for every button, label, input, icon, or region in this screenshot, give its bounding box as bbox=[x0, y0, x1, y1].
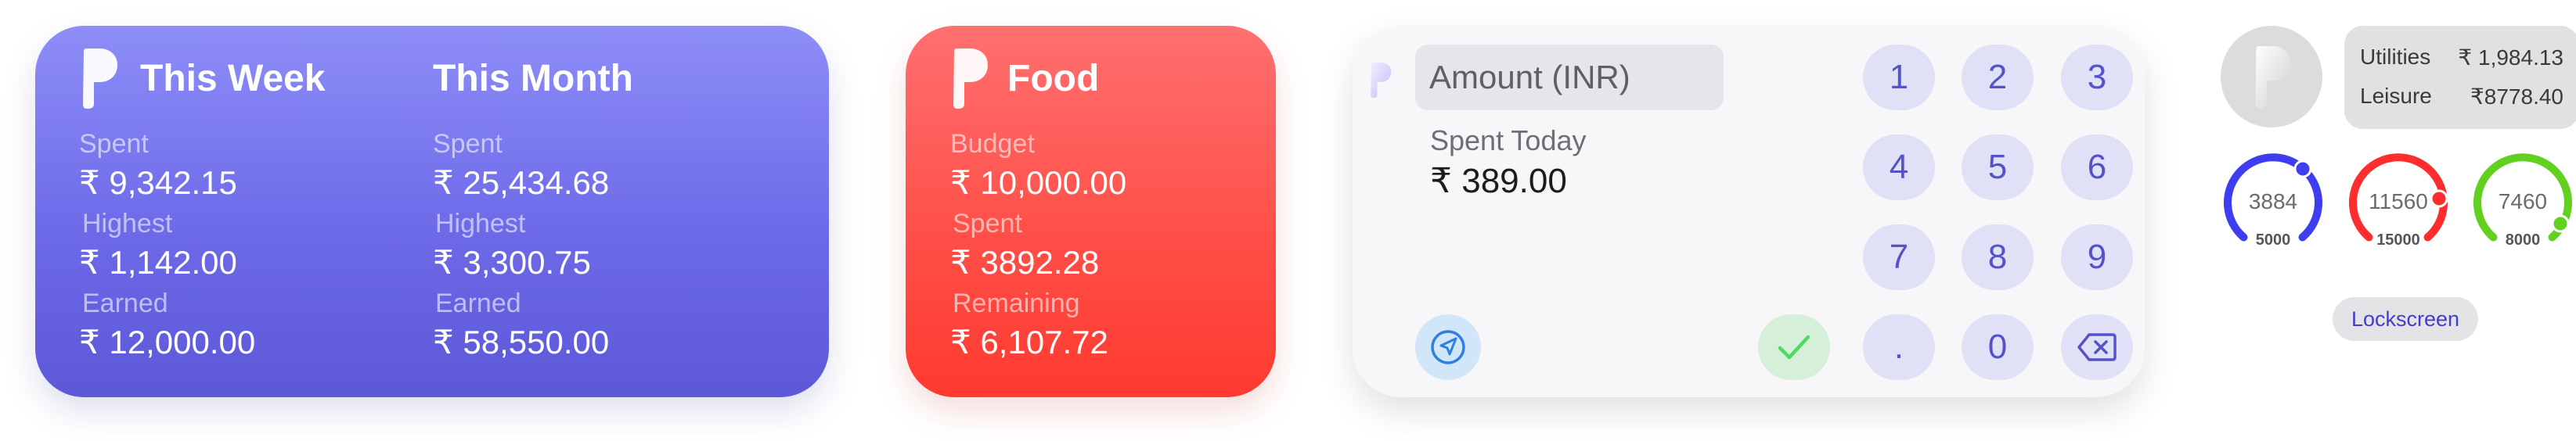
widgets-canvas: This Week Spent ₹ 9,342.15 Highest ₹ 1,1… bbox=[0, 0, 2576, 441]
food-budget-label: Budget bbox=[950, 129, 1035, 159]
key-3[interactable]: 3 bbox=[2061, 45, 2133, 110]
checkmark-icon bbox=[1778, 335, 1810, 360]
food-budget-value: ₹ 10,000.00 bbox=[950, 164, 1127, 201]
food-remaining-value: ₹ 6,107.72 bbox=[950, 324, 1108, 360]
month-earned-value: ₹ 58,550.00 bbox=[433, 324, 610, 360]
gauge-leisure[interactable]: 11560 15000 bbox=[2345, 149, 2452, 258]
week-spent-value: ₹ 9,342.15 bbox=[79, 164, 237, 201]
gauge-max: 5000 bbox=[2255, 231, 2291, 249]
gauge-max: 15000 bbox=[2376, 231, 2420, 249]
week-month-widget[interactable]: This Week Spent ₹ 9,342.15 Highest ₹ 1,1… bbox=[35, 26, 829, 397]
food-budget-widget[interactable]: Food Budget ₹ 10,000.00 Spent ₹ 3892.28 … bbox=[906, 26, 1276, 397]
app-logo-icon bbox=[83, 48, 117, 109]
week-highest-value: ₹ 1,142.00 bbox=[79, 244, 237, 281]
spent-today-value: ₹ 389.00 bbox=[1430, 162, 1567, 200]
amount-input[interactable] bbox=[1415, 45, 1724, 110]
gauge-value: 7460 bbox=[2498, 189, 2548, 213]
gauge-max: 8000 bbox=[2505, 231, 2541, 249]
key-6[interactable]: 6 bbox=[2061, 134, 2133, 200]
key-9[interactable]: 9 bbox=[2061, 224, 2133, 290]
this-month-title: This Month bbox=[433, 58, 633, 99]
spent-today-label: Spent Today bbox=[1430, 124, 1587, 156]
month-highest-label: Highest bbox=[435, 209, 526, 238]
gauge-value: 11560 bbox=[2369, 189, 2428, 213]
category-value-leisure: ₹8778.40 bbox=[2470, 84, 2563, 109]
app-logo-icon bbox=[1371, 62, 1392, 98]
gauge-value: 3884 bbox=[2248, 189, 2298, 213]
month-earned-label: Earned bbox=[435, 289, 521, 318]
location-button[interactable] bbox=[1415, 314, 1481, 380]
category-label-utilities: Utilities bbox=[2360, 45, 2431, 69]
food-spent-value: ₹ 3892.28 bbox=[950, 244, 1100, 281]
key-7[interactable]: 7 bbox=[1863, 224, 1935, 290]
backspace-icon bbox=[2077, 333, 2117, 361]
category-label-leisure: Leisure bbox=[2360, 84, 2432, 108]
app-logo-icon bbox=[2255, 46, 2291, 108]
key-decimal[interactable]: . bbox=[1863, 314, 1935, 380]
location-arrow-icon bbox=[1431, 330, 1465, 364]
amount-entry-widget[interactable]: Spent Today ₹ 389.00 1 2 3 4 5 6 7 8 9 .… bbox=[1353, 26, 2145, 397]
month-highest-value: ₹ 3,300.75 bbox=[433, 244, 591, 281]
category-value-utilities: ₹ 1,984.13 bbox=[2458, 45, 2563, 70]
month-spent-value: ₹ 25,434.68 bbox=[433, 164, 610, 201]
week-earned-value: ₹ 12,000.00 bbox=[79, 324, 256, 360]
week-earned-label: Earned bbox=[82, 289, 168, 318]
week-highest-label: Highest bbox=[82, 209, 173, 238]
key-0[interactable]: 0 bbox=[1962, 314, 2034, 380]
food-title: Food bbox=[1007, 58, 1100, 99]
food-spent-label: Spent bbox=[953, 209, 1022, 238]
key-5[interactable]: 5 bbox=[1962, 134, 2034, 200]
lockscreen-logo-avatar[interactable] bbox=[2221, 26, 2322, 127]
key-8[interactable]: 8 bbox=[1962, 224, 2034, 290]
gauge-utilities[interactable]: 3884 5000 bbox=[2220, 149, 2326, 258]
lockscreen-category-list[interactable]: Utilities ₹ 1,984.13 Leisure ₹8778.40 bbox=[2344, 26, 2576, 129]
app-logo-icon bbox=[953, 48, 988, 109]
key-4[interactable]: 4 bbox=[1863, 134, 1935, 200]
gauge-food[interactable]: 7460 8000 bbox=[2470, 149, 2576, 258]
lockscreen-label-pill: Lockscreen bbox=[2333, 297, 2478, 341]
delete-button[interactable] bbox=[2061, 314, 2133, 380]
food-remaining-label: Remaining bbox=[953, 289, 1080, 318]
month-spent-label: Spent bbox=[433, 129, 503, 159]
week-spent-label: Spent bbox=[79, 129, 149, 159]
confirm-button[interactable] bbox=[1758, 314, 1830, 380]
key-2[interactable]: 2 bbox=[1962, 45, 2034, 110]
this-week-title: This Week bbox=[140, 58, 326, 99]
key-1[interactable]: 1 bbox=[1863, 45, 1935, 110]
